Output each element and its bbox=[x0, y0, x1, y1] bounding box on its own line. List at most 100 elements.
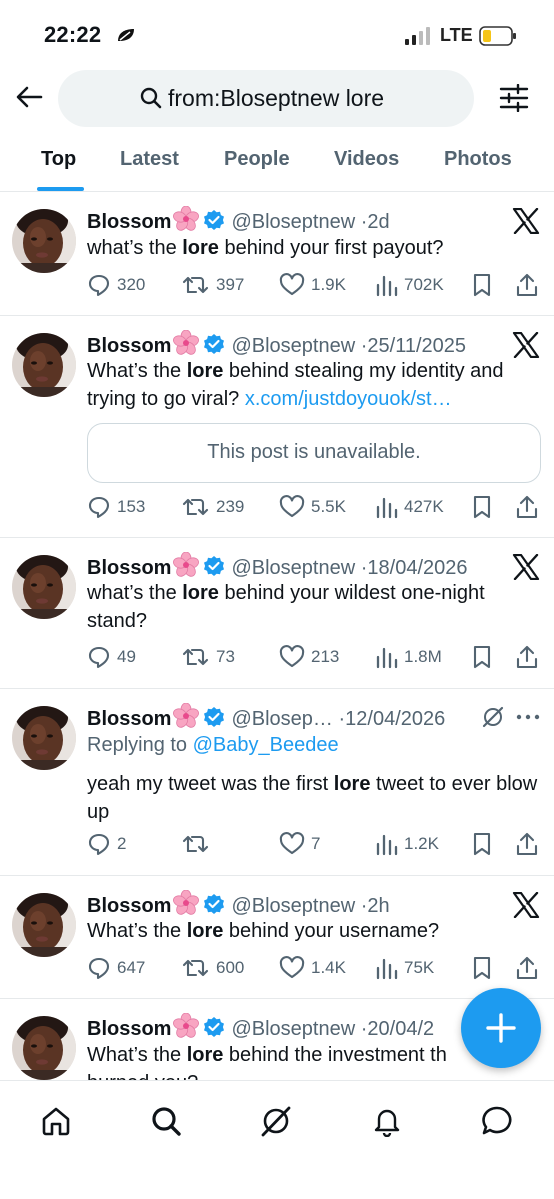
bookmark-icon[interactable] bbox=[471, 273, 493, 297]
like-count: 5.5K bbox=[311, 497, 346, 516]
filter-icon[interactable] bbox=[499, 84, 529, 112]
like-button[interactable]: 1.9K bbox=[279, 271, 346, 299]
tweet-text-part: yeah my tweet was the first bbox=[87, 773, 334, 795]
search-results-feed: Blossom @Bloseptnew ·2d what’s the lore … bbox=[0, 192, 554, 1080]
tweet-actions: 49 73 213 1.8M bbox=[87, 643, 542, 671]
views-button[interactable]: 1.2K bbox=[376, 830, 439, 858]
like-button[interactable]: 5.5K bbox=[279, 493, 346, 521]
tab-photos[interactable]: Photos bbox=[444, 148, 512, 171]
views-button[interactable]: 75K bbox=[376, 954, 434, 982]
avatar[interactable] bbox=[12, 706, 76, 770]
tweet-time: 12/04/2026 bbox=[345, 708, 446, 730]
like-icon bbox=[279, 956, 305, 980]
author-name[interactable]: Blossom bbox=[87, 895, 171, 917]
nav-home[interactable] bbox=[36, 1101, 76, 1141]
avatar[interactable] bbox=[12, 893, 76, 957]
nav-explore[interactable] bbox=[146, 1101, 186, 1141]
view-count: 75K bbox=[404, 958, 435, 977]
tweet-text-part: behind your first payout? bbox=[218, 237, 444, 259]
author-name[interactable]: Blossom bbox=[87, 557, 171, 579]
author-handle: @Bloseptnew bbox=[231, 335, 356, 357]
bookmark-icon[interactable] bbox=[471, 495, 493, 519]
quoted-post-card[interactable]: This post is unavailable. bbox=[87, 423, 541, 483]
author-handle: @Bloseptnew bbox=[231, 1018, 356, 1040]
nav-grok[interactable] bbox=[256, 1101, 296, 1141]
share-icon[interactable] bbox=[515, 272, 539, 298]
avatar[interactable] bbox=[12, 1016, 76, 1080]
search-query: from:Bloseptnew lore bbox=[168, 85, 385, 111]
tweet-time: 2d bbox=[367, 211, 390, 233]
like-button[interactable]: 1.4K bbox=[279, 954, 346, 982]
reply-button[interactable]: 153 bbox=[87, 493, 145, 521]
tweet[interactable]: Blossom @Bloseptnew ·2d what’s the lore … bbox=[0, 192, 554, 316]
avatar[interactable] bbox=[12, 555, 76, 619]
tweet-text-line2: burned you? bbox=[87, 1069, 467, 1080]
search-input[interactable]: from:Bloseptnew lore bbox=[58, 70, 474, 127]
grok-icon[interactable] bbox=[481, 705, 505, 729]
tweet[interactable]: Blossom @Bloseptnew ·25/11/2025 What’s t… bbox=[0, 316, 554, 538]
tab-people[interactable]: People bbox=[224, 148, 290, 171]
tweet-text-part: What’s the bbox=[87, 1044, 187, 1066]
repost-button[interactable]: 73 bbox=[182, 643, 235, 671]
tweet-actions: 153 239 5.5K 427K bbox=[87, 493, 542, 521]
tweet[interactable]: Blossom @Bloseptnew ·18/04/2026 what’s t… bbox=[0, 538, 554, 689]
views-button[interactable]: 427K bbox=[376, 493, 444, 521]
repost-icon bbox=[182, 495, 210, 519]
reply-count: 647 bbox=[117, 958, 146, 977]
tweet[interactable]: Blossom @Blosep… ·12/04/2026 Replying to… bbox=[0, 689, 554, 876]
like-count: 7 bbox=[311, 834, 321, 853]
tweet-text: What’s the lore behind the investment th bbox=[87, 1041, 467, 1069]
bookmark-icon[interactable] bbox=[471, 956, 493, 980]
tab-top[interactable]: Top bbox=[41, 148, 76, 171]
author-name[interactable]: Blossom bbox=[87, 708, 171, 730]
signal-icon bbox=[405, 27, 430, 45]
share-icon[interactable] bbox=[515, 644, 539, 670]
avatar[interactable] bbox=[12, 209, 76, 273]
author-name[interactable]: Blossom bbox=[87, 1018, 171, 1040]
share-icon[interactable] bbox=[515, 494, 539, 520]
author-name[interactable]: Blossom bbox=[87, 335, 171, 357]
author-name[interactable]: Blossom bbox=[87, 211, 171, 233]
views-button[interactable]: 1.8M bbox=[376, 643, 442, 671]
share-icon[interactable] bbox=[515, 831, 539, 857]
more-icon[interactable] bbox=[516, 713, 540, 721]
repost-count: 600 bbox=[216, 958, 245, 977]
reply-button[interactable]: 2 bbox=[87, 830, 126, 858]
explore-icon bbox=[152, 1107, 181, 1136]
nav-messages[interactable] bbox=[477, 1101, 517, 1141]
repost-count: 73 bbox=[216, 647, 235, 666]
nav-notifications[interactable] bbox=[367, 1101, 407, 1141]
like-button[interactable]: 7 bbox=[279, 830, 320, 858]
active-tab-indicator bbox=[37, 187, 84, 191]
repost-button[interactable] bbox=[182, 830, 216, 858]
repost-button[interactable]: 239 bbox=[182, 493, 244, 521]
reply-button[interactable]: 49 bbox=[87, 643, 136, 671]
tweet-text-part: behind the investment th bbox=[223, 1044, 447, 1066]
compose-button[interactable] bbox=[461, 988, 541, 1068]
tweet[interactable]: Blossom @Bloseptnew ·2h What’s the lore … bbox=[0, 876, 554, 999]
tweet-text: What’s the lore behind stealing my ident… bbox=[87, 357, 542, 413]
unavailable-notice: This post is unavailable. bbox=[207, 441, 421, 463]
bookmark-icon[interactable] bbox=[471, 832, 493, 856]
messages-icon bbox=[482, 1106, 512, 1135]
reply-button[interactable]: 647 bbox=[87, 954, 145, 982]
avatar[interactable] bbox=[12, 333, 76, 397]
reply-button[interactable]: 320 bbox=[87, 271, 145, 299]
views-button[interactable]: 702K bbox=[376, 271, 444, 299]
repost-button[interactable]: 397 bbox=[182, 271, 244, 299]
repost-icon bbox=[182, 273, 210, 297]
share-icon[interactable] bbox=[515, 955, 539, 981]
like-button[interactable]: 213 bbox=[279, 643, 339, 671]
tab-videos[interactable]: Videos bbox=[334, 148, 399, 171]
tweet-actions: 2 7 1.2K bbox=[87, 830, 542, 858]
reply-icon bbox=[87, 273, 111, 297]
replying-to-handle[interactable]: @Baby_Beedee bbox=[193, 734, 339, 756]
replying-to-label: Replying to bbox=[87, 734, 193, 756]
back-arrow-icon[interactable] bbox=[14, 82, 44, 112]
leaf-notification-icon bbox=[118, 29, 134, 41]
repost-button[interactable]: 600 bbox=[182, 954, 244, 982]
tab-latest[interactable]: Latest bbox=[120, 148, 179, 171]
tweet-link[interactable]: x.com/justdoyouok/st… bbox=[245, 388, 452, 410]
reply-count: 320 bbox=[117, 275, 146, 294]
bookmark-icon[interactable] bbox=[471, 645, 493, 669]
